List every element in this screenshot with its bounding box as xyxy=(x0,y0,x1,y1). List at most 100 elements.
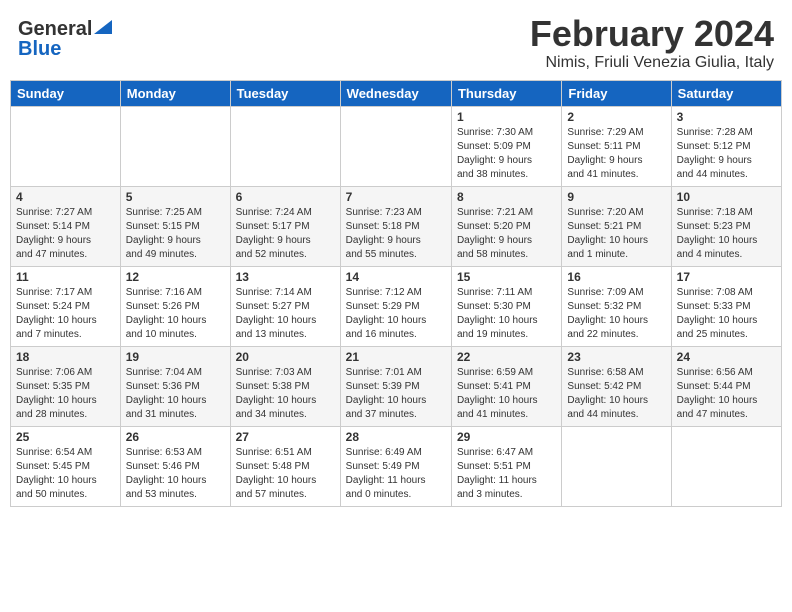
day-number: 18 xyxy=(16,350,115,364)
day-number: 7 xyxy=(346,190,446,204)
calendar-cell: 25 Sunrise: 6:54 AMSunset: 5:45 PMDayligh… xyxy=(11,426,121,506)
day-info: Sunrise: 7:18 AMSunset: 5:23 PMDaylight:… xyxy=(677,206,776,262)
calendar-cell: 14Sunrise: 7:12 AMSunset: 5:29 PMDayligh… xyxy=(340,266,451,346)
day-info: Sunrise: 7:20 AMSunset: 5:21 PMDaylight:… xyxy=(567,206,665,262)
calendar-table: SundayMondayTuesdayWednesdayThursdayFrid… xyxy=(10,80,782,507)
calendar-cell: 8Sunrise: 7:21 AMSunset: 5:20 PMDaylight… xyxy=(451,186,561,266)
month-title: February 2024 xyxy=(530,14,774,54)
logo-general-text: General xyxy=(18,19,92,39)
day-info: Sunrise: 6:53 AMSunset: 5:46 PMDaylight:… xyxy=(126,446,225,502)
day-number: 25 xyxy=(16,430,115,444)
day-info: Sunrise: 7:25 AMSunset: 5:15 PMDaylight:… xyxy=(126,206,225,262)
day-info: Sunrise: 7:11 AMSunset: 5:30 PMDaylight:… xyxy=(457,286,556,342)
day-number: 8 xyxy=(457,190,556,204)
calendar-cell: 26 Sunrise: 6:53 AMSunset: 5:46 PMDayligh… xyxy=(120,426,230,506)
calendar-cell: 24 Sunrise: 6:56 AMSunset: 5:44 PMDayligh… xyxy=(671,346,781,426)
day-number: 11 xyxy=(16,270,115,284)
logo: General Blue xyxy=(18,18,112,59)
calendar-header-sunday: Sunday xyxy=(11,80,121,106)
calendar-cell: 13 Sunrise: 7:14 AMSunset: 5:27 PMDayligh… xyxy=(230,266,340,346)
calendar-cell: 1 Sunrise: 7:30 AMSunset: 5:09 PMDaylight… xyxy=(451,106,561,186)
calendar-cell: 3Sunrise: 7:28 AMSunset: 5:12 PMDaylight… xyxy=(671,106,781,186)
calendar-header-wednesday: Wednesday xyxy=(340,80,451,106)
calendar-cell: 19Sunrise: 7:04 AMSunset: 5:36 PMDayligh… xyxy=(120,346,230,426)
day-info: Sunrise: 7:06 AMSunset: 5:35 PMDaylight:… xyxy=(16,366,115,422)
calendar-week-row-4: 18 Sunrise: 7:06 AMSunset: 5:35 PMDayligh… xyxy=(11,346,782,426)
calendar-header-row: SundayMondayTuesdayWednesdayThursdayFrid… xyxy=(11,80,782,106)
calendar-cell: 11 Sunrise: 7:17 AMSunset: 5:24 PMDayligh… xyxy=(11,266,121,346)
calendar-cell: 10Sunrise: 7:18 AMSunset: 5:23 PMDayligh… xyxy=(671,186,781,266)
day-info: Sunrise: 7:30 AMSunset: 5:09 PMDaylight:… xyxy=(457,126,556,182)
calendar-cell: 2Sunrise: 7:29 AMSunset: 5:11 PMDaylight… xyxy=(562,106,671,186)
calendar-cell: 6 Sunrise: 7:24 AMSunset: 5:17 PMDaylight… xyxy=(230,186,340,266)
day-number: 21 xyxy=(346,350,446,364)
day-number: 20 xyxy=(236,350,335,364)
calendar-header-friday: Friday xyxy=(562,80,671,106)
day-info: Sunrise: 7:17 AMSunset: 5:24 PMDaylight:… xyxy=(16,286,115,342)
title-section: February 2024 Nimis, Friuli Venezia Giul… xyxy=(530,14,774,72)
day-info: Sunrise: 7:14 AMSunset: 5:27 PMDaylight:… xyxy=(236,286,335,342)
day-number: 1 xyxy=(457,110,556,124)
page-header: General Blue February 2024 Nimis, Friuli… xyxy=(10,10,782,76)
day-info: Sunrise: 6:49 AMSunset: 5:49 PMDaylight:… xyxy=(346,446,446,502)
calendar-cell xyxy=(562,426,671,506)
calendar-cell: 18 Sunrise: 7:06 AMSunset: 5:35 PMDayligh… xyxy=(11,346,121,426)
day-number: 24 xyxy=(677,350,776,364)
day-number: 6 xyxy=(236,190,335,204)
day-number: 15 xyxy=(457,270,556,284)
calendar-week-row-3: 11 Sunrise: 7:17 AMSunset: 5:24 PMDayligh… xyxy=(11,266,782,346)
calendar-cell xyxy=(120,106,230,186)
day-info: Sunrise: 7:27 AMSunset: 5:14 PMDaylight:… xyxy=(16,206,115,262)
calendar-week-row-1: 1 Sunrise: 7:30 AMSunset: 5:09 PMDaylight… xyxy=(11,106,782,186)
logo-icon xyxy=(94,16,112,34)
day-info: Sunrise: 7:24 AMSunset: 5:17 PMDaylight:… xyxy=(236,206,335,262)
calendar-header-monday: Monday xyxy=(120,80,230,106)
calendar-cell: 20Sunrise: 7:03 AMSunset: 5:38 PMDayligh… xyxy=(230,346,340,426)
calendar-cell: 28 Sunrise: 6:49 AMSunset: 5:49 PMDayligh… xyxy=(340,426,451,506)
calendar-cell: 4 Sunrise: 7:27 AMSunset: 5:14 PMDaylight… xyxy=(11,186,121,266)
calendar-cell: 16 Sunrise: 7:09 AMSunset: 5:32 PMDayligh… xyxy=(562,266,671,346)
day-info: Sunrise: 6:54 AMSunset: 5:45 PMDaylight:… xyxy=(16,446,115,502)
day-info: Sunrise: 7:12 AMSunset: 5:29 PMDaylight:… xyxy=(346,286,446,342)
logo-blue-text: Blue xyxy=(18,39,61,59)
calendar-header-tuesday: Tuesday xyxy=(230,80,340,106)
day-number: 3 xyxy=(677,110,776,124)
calendar-cell: 27Sunrise: 6:51 AMSunset: 5:48 PMDayligh… xyxy=(230,426,340,506)
day-number: 9 xyxy=(567,190,665,204)
day-info: Sunrise: 6:51 AMSunset: 5:48 PMDaylight:… xyxy=(236,446,335,502)
location-title: Nimis, Friuli Venezia Giulia, Italy xyxy=(530,54,774,72)
calendar-header-saturday: Saturday xyxy=(671,80,781,106)
day-number: 16 xyxy=(567,270,665,284)
day-info: Sunrise: 6:47 AMSunset: 5:51 PMDaylight:… xyxy=(457,446,556,502)
day-number: 28 xyxy=(346,430,446,444)
calendar-header-thursday: Thursday xyxy=(451,80,561,106)
calendar-cell: 23 Sunrise: 6:58 AMSunset: 5:42 PMDayligh… xyxy=(562,346,671,426)
day-number: 29 xyxy=(457,430,556,444)
day-number: 26 xyxy=(126,430,225,444)
day-info: Sunrise: 6:59 AMSunset: 5:41 PMDaylight:… xyxy=(457,366,556,422)
day-info: Sunrise: 6:58 AMSunset: 5:42 PMDaylight:… xyxy=(567,366,665,422)
day-number: 12 xyxy=(126,270,225,284)
day-number: 13 xyxy=(236,270,335,284)
calendar-cell: 21Sunrise: 7:01 AMSunset: 5:39 PMDayligh… xyxy=(340,346,451,426)
calendar-cell: 22 Sunrise: 6:59 AMSunset: 5:41 PMDayligh… xyxy=(451,346,561,426)
day-info: Sunrise: 7:09 AMSunset: 5:32 PMDaylight:… xyxy=(567,286,665,342)
day-info: Sunrise: 7:04 AMSunset: 5:36 PMDaylight:… xyxy=(126,366,225,422)
calendar-cell: 5Sunrise: 7:25 AMSunset: 5:15 PMDaylight… xyxy=(120,186,230,266)
calendar-cell: 17 Sunrise: 7:08 AMSunset: 5:33 PMDayligh… xyxy=(671,266,781,346)
day-info: Sunrise: 7:16 AMSunset: 5:26 PMDaylight:… xyxy=(126,286,225,342)
day-number: 17 xyxy=(677,270,776,284)
calendar-cell: 15 Sunrise: 7:11 AMSunset: 5:30 PMDayligh… xyxy=(451,266,561,346)
calendar-cell xyxy=(340,106,451,186)
day-number: 22 xyxy=(457,350,556,364)
calendar-week-row-5: 25 Sunrise: 6:54 AMSunset: 5:45 PMDayligh… xyxy=(11,426,782,506)
day-info: Sunrise: 7:29 AMSunset: 5:11 PMDaylight:… xyxy=(567,126,665,182)
day-info: Sunrise: 7:23 AMSunset: 5:18 PMDaylight:… xyxy=(346,206,446,262)
day-info: Sunrise: 6:56 AMSunset: 5:44 PMDaylight:… xyxy=(677,366,776,422)
day-info: Sunrise: 7:08 AMSunset: 5:33 PMDaylight:… xyxy=(677,286,776,342)
day-number: 4 xyxy=(16,190,115,204)
calendar-cell: 12 Sunrise: 7:16 AMSunset: 5:26 PMDayligh… xyxy=(120,266,230,346)
calendar-cell xyxy=(230,106,340,186)
day-number: 23 xyxy=(567,350,665,364)
calendar-week-row-2: 4 Sunrise: 7:27 AMSunset: 5:14 PMDaylight… xyxy=(11,186,782,266)
